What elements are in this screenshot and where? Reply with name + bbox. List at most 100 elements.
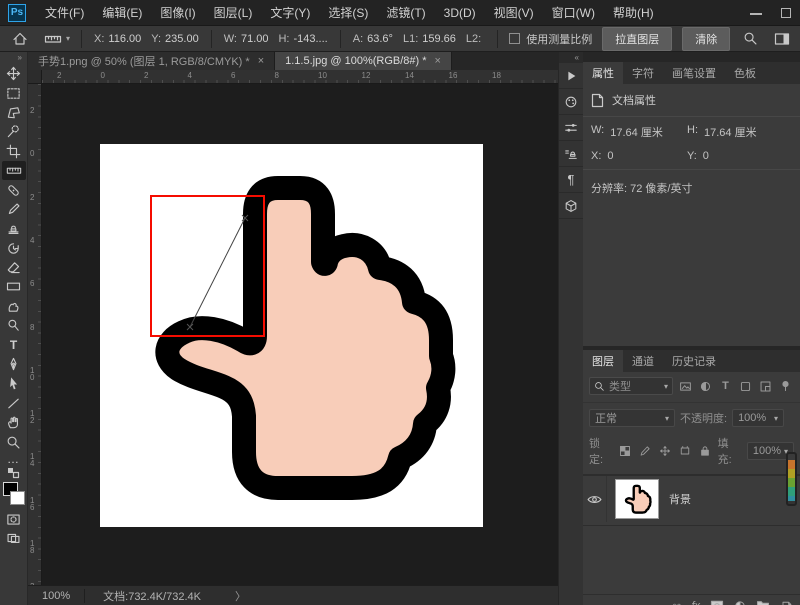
shape-layer-filter-icon[interactable] (738, 378, 753, 394)
background-color-swatch[interactable] (10, 491, 25, 505)
menu-image[interactable]: 图像(I) (151, 4, 204, 21)
measure-l2-field[interactable]: L2: (461, 33, 490, 45)
close-icon[interactable]: × (435, 55, 441, 67)
pixel-layer-filter-icon[interactable] (678, 378, 693, 394)
pen-tool[interactable] (2, 355, 26, 374)
collapse-toolbar-icon[interactable]: » (0, 52, 27, 64)
clone-stamp-tool[interactable] (2, 219, 26, 238)
type-tool[interactable]: T (2, 335, 26, 354)
search-icon[interactable] (743, 31, 758, 46)
measure-x-field[interactable]: X:116.00 (89, 33, 146, 45)
measure-w-field[interactable]: W:71.00 (219, 33, 274, 45)
new-layer-icon[interactable] (780, 600, 792, 605)
zoom-tool[interactable] (2, 432, 26, 451)
gradient-tool[interactable] (2, 277, 26, 296)
line-tool[interactable] (2, 394, 26, 413)
collapse-panels-icon[interactable]: « (559, 52, 583, 63)
smart-object-filter-icon[interactable] (758, 378, 773, 394)
lock-pixels-icon[interactable] (638, 443, 652, 459)
opacity-dropdown[interactable]: 100%▾ (732, 409, 784, 427)
measure-h-field[interactable]: H:-143.... (273, 33, 332, 45)
workspace-switcher-icon[interactable] (774, 32, 790, 46)
screen-mode-button[interactable] (2, 529, 26, 548)
tab-swatches[interactable]: 色板 (725, 62, 765, 84)
zoom-level-field[interactable]: 100% (28, 590, 84, 602)
spot-healing-tool[interactable] (2, 180, 26, 199)
layer-visibility-toggle[interactable] (583, 476, 607, 522)
tab-115jpg[interactable]: 1.1.5.jpg @ 100%(RGB/8#) * × (275, 52, 452, 70)
layer-filter-type-dropdown[interactable]: 类型 ▾ (589, 377, 673, 395)
tab-layers[interactable]: 图层 (583, 350, 623, 372)
blend-mode-dropdown[interactable]: 正常▾ (589, 409, 675, 427)
lock-all-icon[interactable] (698, 443, 712, 459)
use-measure-scale-checkbox[interactable] (509, 33, 520, 44)
path-selection-tool[interactable] (2, 374, 26, 393)
menu-file[interactable]: 文件(F) (36, 4, 93, 21)
quick-mask-mode-button[interactable] (2, 510, 26, 529)
smudge-tool[interactable] (2, 297, 26, 316)
measure-angle-field[interactable]: A:63.6° (348, 33, 398, 45)
tool-presets-panel-icon[interactable] (559, 115, 583, 141)
adjustment-layer-filter-icon[interactable] (698, 378, 713, 394)
tab-character[interactable]: 字符 (623, 62, 663, 84)
menu-layer[interactable]: 图层(L) (205, 4, 262, 21)
brush-tool[interactable] (2, 200, 26, 219)
ruler-tool[interactable] (2, 161, 26, 180)
maximize-button[interactable] (780, 7, 792, 19)
quick-selection-tool[interactable] (2, 122, 26, 141)
measure-y-field[interactable]: Y:235.00 (146, 33, 203, 45)
ruler-origin-corner[interactable] (28, 70, 42, 84)
actions-panel-icon[interactable] (559, 63, 583, 89)
tab-properties[interactable]: 属性 (583, 62, 623, 84)
tab-brush-settings[interactable]: 画笔设置 (663, 62, 725, 84)
dodge-tool[interactable] (2, 316, 26, 335)
history-brush-tool[interactable] (2, 239, 26, 258)
rect-marquee-tool[interactable] (2, 83, 26, 102)
lock-position-icon[interactable] (658, 443, 672, 459)
menu-view[interactable]: 视图(V) (485, 4, 543, 21)
paragraph-panel-icon[interactable]: ¶ (559, 167, 583, 193)
tab-shoushi1[interactable]: 手势1.png @ 50% (图层 1, RGB/8/CMYK) * × (28, 52, 275, 70)
foreground-background-colors[interactable] (2, 482, 26, 510)
polygon-lasso-tool[interactable] (2, 103, 26, 122)
layer-style-fx-icon[interactable]: fx (691, 600, 700, 605)
type-layer-filter-icon[interactable]: T (718, 378, 733, 394)
ruler-tool-preset-dropdown[interactable]: ▾ (40, 30, 74, 48)
lock-transparency-icon[interactable] (618, 443, 632, 459)
lock-artboard-icon[interactable] (678, 443, 692, 459)
minimize-button[interactable] (750, 7, 762, 19)
libraries-panel-icon[interactable] (559, 141, 583, 167)
swap-colors-icon[interactable] (2, 466, 26, 480)
clear-button[interactable]: 清除 (682, 27, 730, 51)
color-panel-icon[interactable] (559, 89, 583, 115)
tab-history[interactable]: 历史记录 (663, 350, 725, 372)
menu-window[interactable]: 窗口(W) (543, 4, 604, 21)
canvas-area[interactable]: 2024681012141618 202468101214161820 (28, 70, 558, 585)
menu-edit[interactable]: 编辑(E) (93, 4, 151, 21)
crop-tool[interactable] (2, 142, 26, 161)
home-icon[interactable] (12, 31, 28, 47)
layer-filter-toggle-icon[interactable] (778, 378, 793, 394)
mini-color-spectrum[interactable] (786, 452, 797, 506)
menu-select[interactable]: 选择(S) (319, 4, 377, 21)
tab-channels[interactable]: 通道 (623, 350, 663, 372)
layer-name[interactable]: 背景 (669, 491, 691, 507)
layer-thumbnail[interactable] (615, 479, 659, 519)
straighten-layer-button[interactable]: 拉直图层 (602, 27, 672, 51)
edit-toolbar-icon[interactable]: … (2, 452, 26, 466)
3d-panel-icon[interactable] (559, 193, 583, 219)
layer-row-background[interactable]: 背景 (583, 476, 800, 522)
new-group-icon[interactable] (756, 600, 770, 605)
measure-l1-field[interactable]: L1:159.66 (398, 33, 461, 45)
hand-tool[interactable] (2, 413, 26, 432)
menu-type[interactable]: 文字(Y) (261, 4, 319, 21)
menu-filter[interactable]: 滤镜(T) (377, 4, 434, 21)
status-options-chevron[interactable]: 〉 (235, 588, 246, 604)
menu-3d[interactable]: 3D(D) (435, 6, 485, 20)
eraser-tool[interactable] (2, 258, 26, 277)
link-layers-icon[interactable]: ∞ (672, 599, 681, 605)
add-mask-icon[interactable] (710, 600, 724, 605)
close-icon[interactable]: × (258, 55, 264, 67)
move-tool[interactable] (2, 64, 26, 83)
menu-help[interactable]: 帮助(H) (604, 4, 663, 21)
